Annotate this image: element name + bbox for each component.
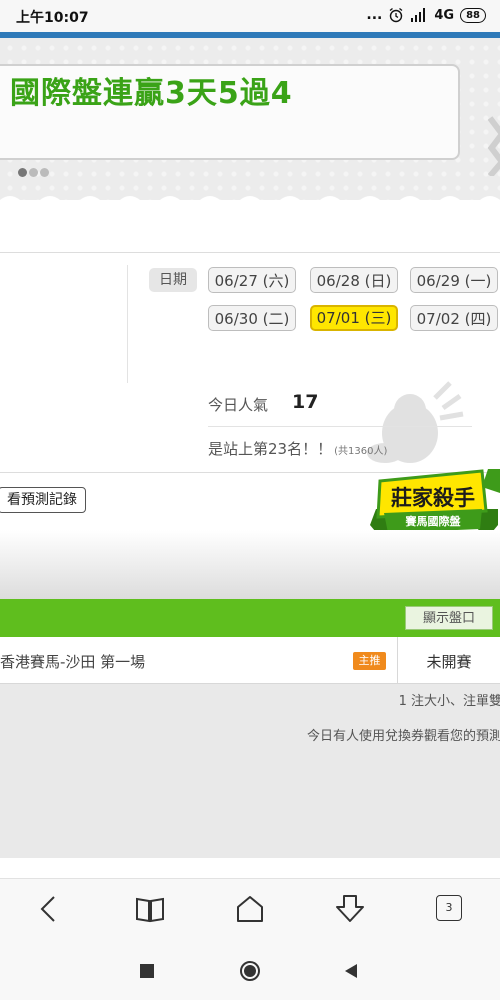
battery-icon: 88 [460,7,486,23]
date-button-0628[interactable]: 06/28 (日) [310,267,398,293]
race-name[interactable]: 香港賽馬-沙田 第一場 [0,651,145,672]
badge-title: 莊家殺手 [391,486,475,510]
date-button-0627[interactable]: 06/27 (六) [208,267,296,293]
race-notes-area [0,684,500,858]
popularity-value: 17 [292,391,319,413]
system-home-icon[interactable] [239,960,261,982]
recents-icon[interactable] [136,960,158,982]
signal-icon [411,8,426,22]
date-button-0630[interactable]: 06/30 (二) [208,305,296,331]
date-label: 日期 [149,268,197,292]
popularity-label: 今日人氣 [208,396,269,414]
banner-headline: 國際盤連贏3天5過4 [10,76,293,111]
bookmarks-icon[interactable] [134,893,166,925]
race-status: 未開賽 [426,653,472,671]
stake-note: 1 注大小、注單雙 [398,694,500,709]
date-button-0629[interactable]: 06/29 (一) [410,267,498,293]
mascot-watermark-icon [367,381,464,463]
status-icons: ... 4G 88 [366,7,486,23]
date-button-0702[interactable]: 07/02 (四) [410,305,498,331]
main-pick-tag: 主推 [353,652,386,670]
system-back-icon[interactable] [340,960,362,982]
status-time: 上午10:07 [16,10,89,26]
carousel-dot-active[interactable] [18,168,27,177]
panel-separator [127,265,128,383]
rank-message: 是站上第23名！！ [208,440,333,458]
download-icon[interactable] [334,893,366,925]
tabs-count-icon[interactable]: 3 [436,895,462,921]
carousel-next-icon[interactable] [488,116,500,176]
banner-wave-edge [0,196,500,246]
network-type: 4G [434,7,455,23]
gradient-spacer [0,530,500,600]
carousel-dot[interactable] [29,168,38,177]
home-icon[interactable] [234,893,266,925]
stats-divider [208,426,472,427]
rank-text: 是站上第23名！！ (共1360人) [208,438,387,459]
more-dots-icon: ... [366,7,383,23]
status-bar: 上午10:07 ... 4G 88 [0,0,500,32]
banner-carousel[interactable]: 國際盤連贏3天5過4 [0,38,500,208]
carousel-dot[interactable] [40,168,49,177]
banker-killer-badge[interactable]: 莊家殺手 賽馬國際盤 [370,467,500,539]
carousel-indicator [18,168,49,177]
badge-subtitle: 賽馬國際盤 [405,514,462,528]
view-history-button[interactable]: 看預測記錄 [0,487,86,513]
voucher-note: 今日有人使用兌換券觀看您的預測 [306,729,500,744]
alarm-icon [389,7,403,23]
rank-total: (共1360人) [334,446,388,457]
show-odds-button[interactable]: 顯示盤口 [405,606,493,630]
date-button-0701-selected[interactable]: 07/01 (三) [310,305,398,331]
back-icon[interactable] [34,893,66,925]
